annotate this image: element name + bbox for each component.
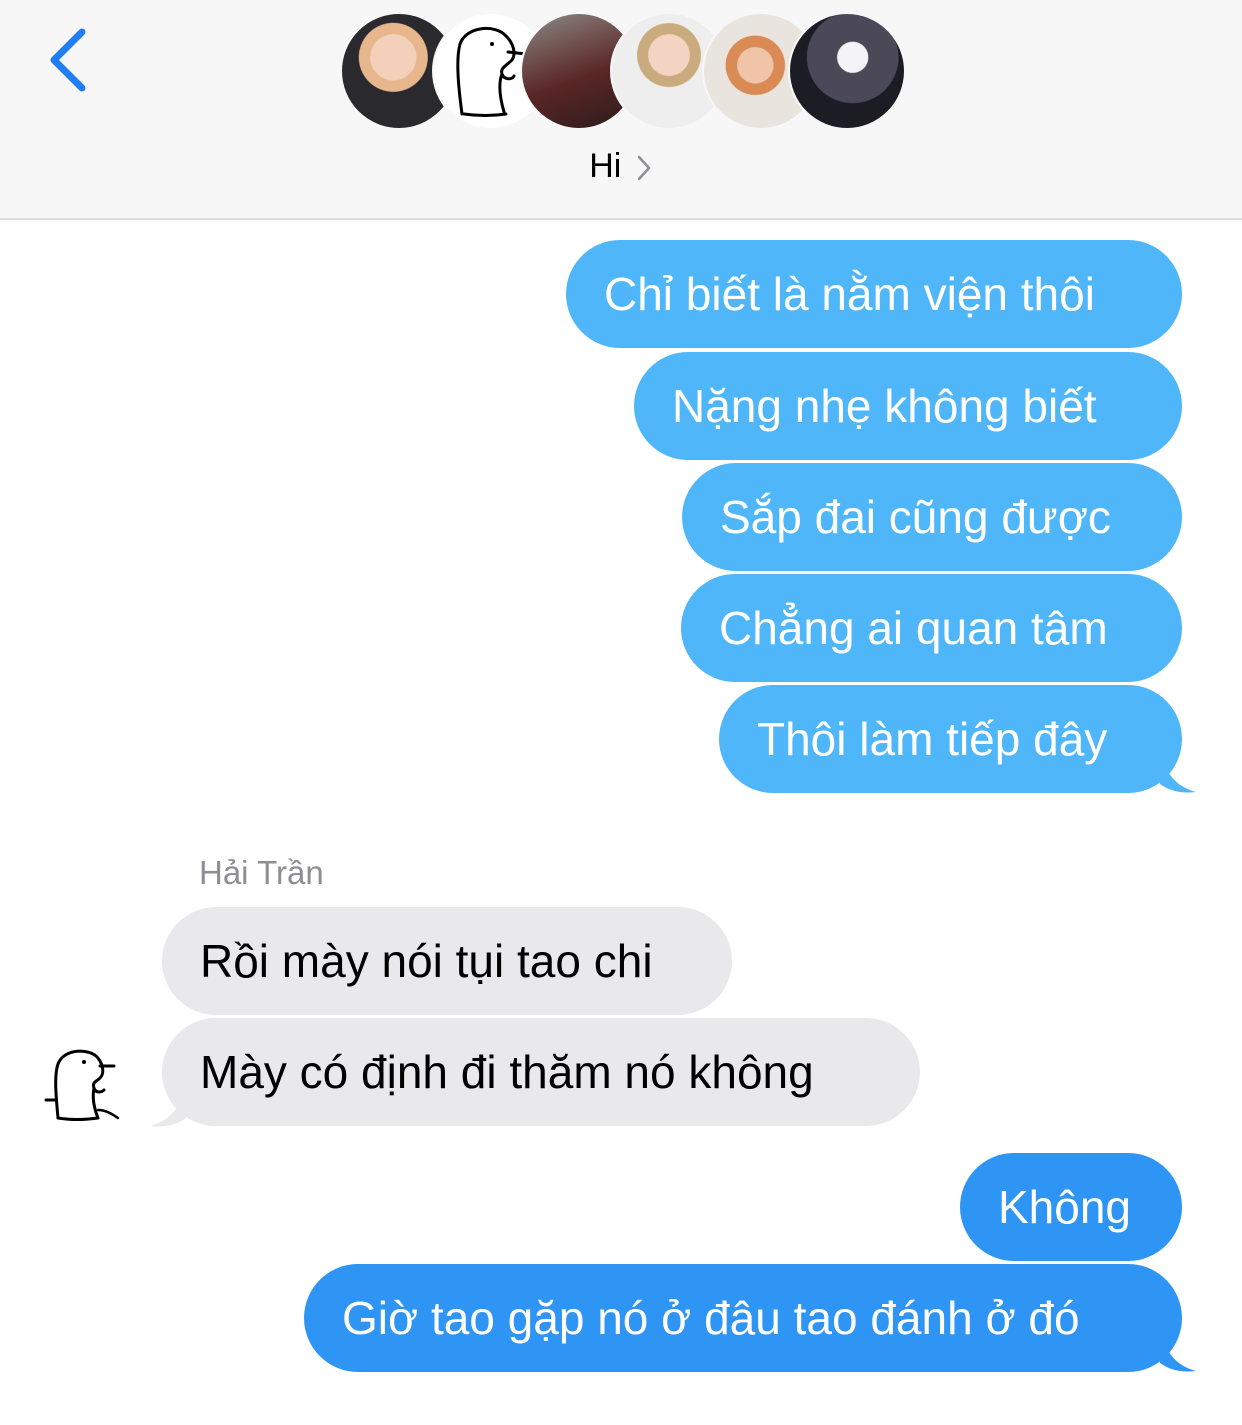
outgoing-message-bubble[interactable]: Giờ tao gặp nó ở đâu tao đánh ở đó: [304, 1264, 1182, 1372]
outgoing-message-bubble[interactable]: Thôi làm tiếp đây: [719, 685, 1182, 793]
sender-name: Hải Trần: [199, 854, 324, 891]
participant-avatars[interactable]: [0, 0, 1242, 140]
sender-avatar[interactable]: [42, 1040, 126, 1124]
outgoing-message-bubble[interactable]: Sắp đai cũng được: [682, 463, 1182, 571]
bubble-tail: [1160, 752, 1196, 793]
outgoing-message-bubble[interactable]: Không: [960, 1153, 1182, 1261]
chevron-right-icon: [637, 155, 651, 181]
group-name-button[interactable]: Hi: [540, 144, 700, 188]
outgoing-message-bubble[interactable]: Chỉ biết là nằm viện thôi: [566, 240, 1182, 348]
outgoing-message-bubble[interactable]: Chẳng ai quan tâm: [681, 574, 1182, 682]
group-name: Hi: [589, 147, 622, 185]
incoming-message-bubble[interactable]: Rồi mày nói tụi tao chi: [162, 907, 732, 1015]
bubble-tail: [1160, 1331, 1196, 1372]
participant-avatar: [788, 12, 906, 130]
incoming-message-bubble[interactable]: Mày có định đi thăm nó không: [162, 1018, 920, 1126]
doodle-avatar-icon: [44, 1049, 120, 1121]
outgoing-message-bubble[interactable]: Nặng nhẹ không biết: [634, 352, 1182, 460]
bubble-tail: [150, 1086, 186, 1127]
conversation-header: Hi: [0, 0, 1242, 220]
